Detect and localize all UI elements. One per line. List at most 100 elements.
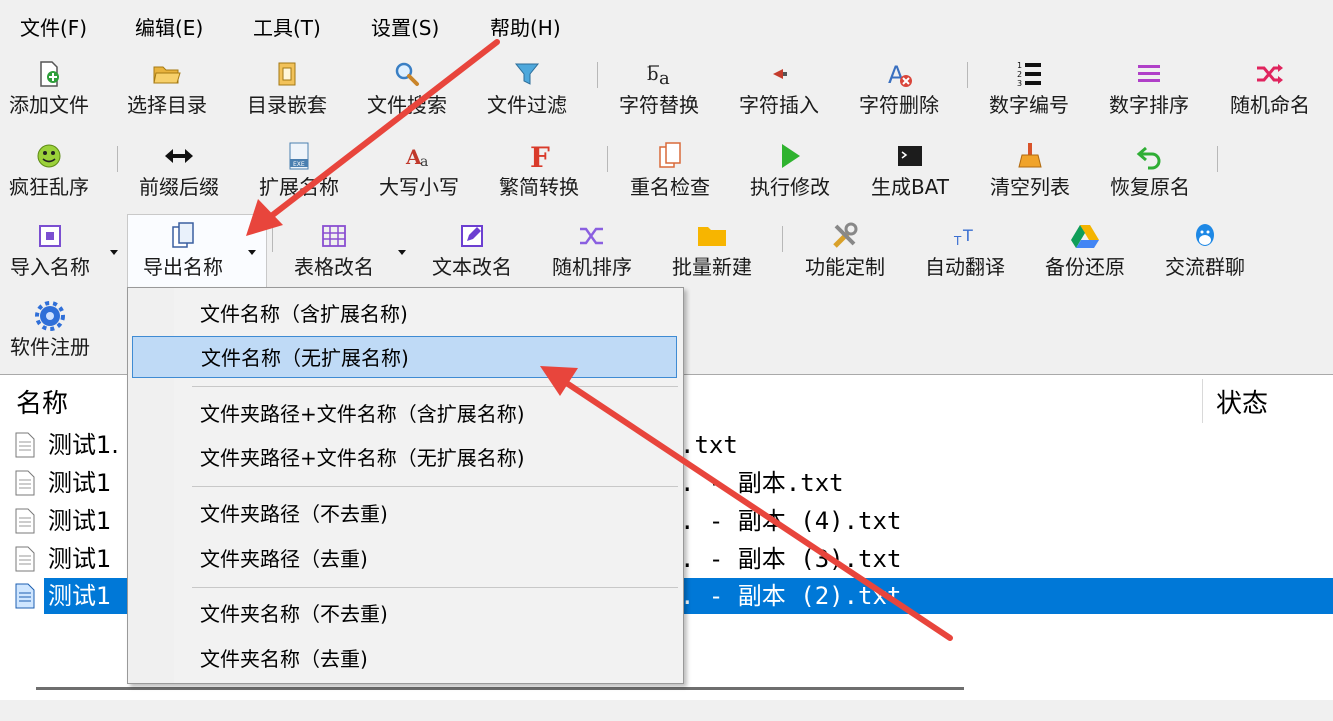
toolbar-separator [607,146,608,172]
menu-item-folder-name-dedupe[interactable]: 文件夹名称（去重) [132,638,677,680]
horizontal-scrollbar[interactable] [36,687,964,690]
file-name-tail: . - 副本 (4).txt [680,507,902,535]
duplicate-check-icon [659,142,681,168]
export-name-button[interactable]: 导出名称 [127,214,267,287]
gear-icon [35,301,65,331]
column-header-name[interactable]: 名称 [16,383,68,420]
import-dropdown-arrow[interactable] [110,250,118,255]
random-sort-button[interactable]: 随机排序 [542,220,642,280]
svg-text:EXE: EXE [293,161,305,168]
column-divider[interactable] [1202,379,1203,423]
duplicate-check-button[interactable]: 重名检查 [620,140,720,200]
tools-icon [833,222,858,248]
menu-item-folder-name-no-dedupe[interactable]: 文件夹名称（不去重) [132,593,677,635]
sort-lines-icon [1138,65,1160,82]
batch-create-button[interactable]: 批量新建 [662,220,762,280]
menu-item-path-filename-no-ext[interactable]: 文件夹路径+文件名称（无扩展名称) [132,437,677,479]
execute-button[interactable]: 执行修改 [740,140,840,200]
restore-name-label: 恢复原名 [1110,175,1190,199]
add-file-button[interactable]: 添加文件 [0,58,98,118]
svg-text:T: T [953,234,962,248]
left-right-arrows-icon [165,149,193,163]
menu-edit[interactable]: 编辑(E) [131,15,207,41]
import-icon [39,225,61,247]
menu-file[interactable]: 文件(F) [16,15,91,41]
random-name-button[interactable]: 随机命名 [1220,58,1320,118]
menu-item-path-filename-with-ext[interactable]: 文件夹路径+文件名称（含扩展名称) [132,393,677,435]
menu-item-filename-with-ext[interactable]: 文件名称（含扩展名称) [132,293,677,335]
export-name-menu: 文件名称（含扩展名称) 文件名称（无扩展名称) 文件夹路径+文件名称（含扩展名称… [127,287,684,684]
column-header-status[interactable]: 状态 [1216,383,1268,420]
char-delete-label: 字符删除 [859,93,939,117]
menu-item-label: 文件夹路径+文件名称（无扩展名称) [200,446,525,470]
prefix-suffix-button[interactable]: 前缀后缀 [130,140,228,200]
crazy-shuffle-label: 疯狂乱序 [9,175,89,199]
clear-list-label: 清空列表 [990,175,1070,199]
file-filter-button[interactable]: 文件过滤 [478,58,576,118]
trad-simp-label: 繁简转换 [499,175,579,199]
file-name-tail: . - 副本.txt [680,469,844,497]
toolbar-separator [117,146,118,172]
char-insert-button[interactable]: 字符插入 [730,58,828,118]
menu-item-filename-no-ext[interactable]: 文件名称（无扩展名称) [132,336,677,378]
select-folder-label: 选择目录 [127,93,207,117]
table-rename-label: 表格改名 [294,255,374,279]
menu-settings[interactable]: 设置(S) [367,15,443,41]
search-icon [395,62,419,86]
import-name-label: 导入名称 [10,255,90,279]
menu-item-label: 文件名称（含扩展名称) [200,302,408,326]
menu-bar: 文件(F) 编辑(E) 工具(T) 设置(S) 帮助(H) [0,0,1333,56]
menu-item-label: 文件夹名称（不去重) [200,602,388,626]
extension-button[interactable]: EXE 扩展名称 [250,140,348,200]
char-delete-button[interactable]: A 字符删除 [850,58,948,118]
number-button[interactable]: 123 数字编号 [980,58,1078,118]
text-rename-button[interactable]: 文本改名 [422,220,522,280]
svg-text:b: b [647,64,659,85]
file-filter-label: 文件过滤 [487,93,567,117]
crazy-shuffle-button[interactable]: 疯狂乱序 [0,140,98,200]
table-dropdown-arrow[interactable] [398,250,406,255]
customize-label: 功能定制 [805,255,885,279]
text-file-icon [15,508,35,534]
generate-bat-button[interactable]: 生成BAT [860,140,960,200]
select-folder-button[interactable]: 选择目录 [118,58,216,118]
folder-open-icon [153,66,181,84]
export-dropdown-arrow[interactable] [248,250,256,255]
drive-icon [1071,225,1099,248]
menu-item-folder-path-no-dedupe[interactable]: 文件夹路径（不去重) [132,493,677,535]
nested-folder-button[interactable]: 目录嵌套 [238,58,336,118]
file-search-button[interactable]: 文件搜索 [358,58,456,118]
random-sort-label: 随机排序 [552,255,632,279]
svg-text:F: F [530,141,550,171]
case-button[interactable]: Aa 大写小写 [370,140,468,200]
number-sort-button[interactable]: 数字排序 [1100,58,1198,118]
menu-help[interactable]: 帮助(H) [486,15,565,41]
clear-list-button[interactable]: 清空列表 [980,140,1080,200]
char-replace-button[interactable]: ba 字符替换 [610,58,708,118]
file-name: 测试1 [48,469,112,497]
menu-item-label: 文件夹路径（去重) [200,547,368,571]
import-name-button[interactable]: 导入名称 [0,220,100,280]
case-label: 大写小写 [379,175,459,199]
file-name: 测试1 [48,545,112,573]
status-bar [0,700,1333,721]
menu-tools[interactable]: 工具(T) [249,15,325,41]
chat-group-button[interactable]: 交流群聊 [1155,220,1255,280]
trad-simp-button[interactable]: F 繁简转换 [490,140,588,200]
text-file-icon [15,546,35,572]
menu-item-folder-path-dedupe[interactable]: 文件夹路径（去重) [132,538,677,580]
table-grid-icon [322,225,346,247]
duplicate-check-label: 重名检查 [630,175,710,199]
svg-text:a: a [659,68,670,88]
batch-create-label: 批量新建 [672,255,752,279]
auto-translate-button[interactable]: TT 自动翻译 [915,220,1015,280]
restore-name-button[interactable]: 恢复原名 [1100,140,1200,200]
toolbar-separator [597,62,598,88]
translate-icon: TT [953,226,973,248]
table-rename-button[interactable]: 表格改名 [284,220,384,280]
toolbar-separator [967,62,968,88]
backup-restore-button[interactable]: 备份还原 [1035,220,1135,280]
customize-button[interactable]: 功能定制 [795,220,895,280]
register-button[interactable]: 软件注册 [0,300,100,360]
add-file-icon [40,61,59,87]
